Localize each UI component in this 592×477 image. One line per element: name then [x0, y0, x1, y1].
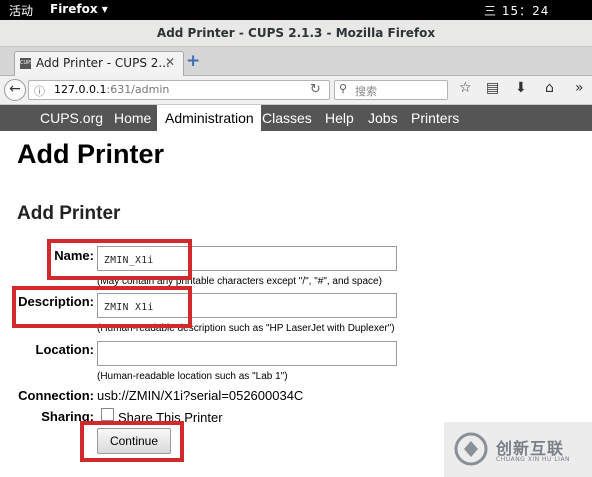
tab-title: Add Printer - CUPS 2...: [36, 56, 170, 70]
continue-highlight-box: [80, 421, 184, 462]
search-input[interactable]: ⚲ 搜索: [334, 80, 448, 100]
nav-cups-org[interactable]: CUPS.org: [35, 105, 110, 131]
cups-navigation: CUPS.org Home Administration Classes Hel…: [0, 105, 592, 131]
search-placeholder: 搜索: [355, 85, 377, 98]
overflow-menu-icon[interactable]: »: [575, 80, 584, 96]
window-title: Add Printer - CUPS 2.1.3 - Mozilla Firef…: [0, 20, 592, 47]
location-label: Location:: [35, 342, 95, 357]
search-icon: ⚲: [339, 82, 348, 95]
connection-label: Connection:: [18, 388, 94, 403]
nav-classes[interactable]: Classes: [257, 105, 322, 131]
brand-name-en: CHUANG XIN HU LIAN: [496, 456, 571, 463]
download-icon[interactable]: ⬇: [515, 80, 527, 96]
info-icon[interactable]: ⓘ: [34, 83, 45, 99]
app-menu[interactable]: Firefox ▾: [50, 2, 108, 16]
location-hint: (Human-readable location such as "Lab 1"…: [97, 371, 288, 382]
nav-printers[interactable]: Printers: [406, 105, 471, 131]
system-top-bar: 活动 Firefox ▾ 三 15：24: [0, 0, 592, 20]
navigation-toolbar: ← ⓘ 127.0.0.1:631/admin ↻ ⚲ 搜索 ☆ ▤ ⬇ ⌂ »: [0, 76, 592, 105]
page-title: Add Printer: [17, 139, 165, 169]
brand-logo-icon: [454, 432, 488, 466]
section-title: Add Printer: [17, 203, 121, 224]
name-highlight-box: [47, 239, 192, 280]
clock[interactable]: 三 15：24: [484, 2, 549, 19]
back-icon[interactable]: ←: [4, 79, 26, 101]
nav-home[interactable]: Home: [109, 105, 160, 131]
close-tab-icon[interactable]: ✕: [165, 55, 175, 69]
nav-jobs[interactable]: Jobs: [363, 105, 408, 131]
nav-administration[interactable]: Administration: [157, 105, 261, 131]
reading-list-icon[interactable]: ▤: [486, 80, 499, 96]
connection-value: usb://ZMIN/X1i?serial=052600034C: [97, 388, 304, 403]
description-highlight-box: [12, 286, 192, 328]
url-text: 127.0.0.1:631/admin: [54, 83, 170, 96]
share-printer-checkbox[interactable]: [101, 408, 114, 421]
reload-icon[interactable]: ↻: [310, 82, 321, 97]
url-bar[interactable]: ⓘ 127.0.0.1:631/admin ↻: [28, 80, 330, 100]
location-field[interactable]: [97, 341, 397, 366]
cups-favicon-icon: CUPS: [20, 58, 33, 69]
bookmark-star-icon[interactable]: ☆: [459, 80, 472, 96]
home-icon[interactable]: ⌂: [545, 80, 554, 96]
watermark: 创新互联 CHUANG XIN HU LIAN: [444, 422, 592, 477]
activities-button[interactable]: 活动: [9, 2, 33, 19]
nav-help[interactable]: Help: [320, 105, 365, 131]
new-tab-icon[interactable]: +: [186, 51, 200, 71]
tab-strip: CUPS Add Printer - CUPS 2... ✕ +: [0, 47, 592, 76]
browser-tab[interactable]: CUPS Add Printer - CUPS 2... ✕: [14, 51, 184, 76]
